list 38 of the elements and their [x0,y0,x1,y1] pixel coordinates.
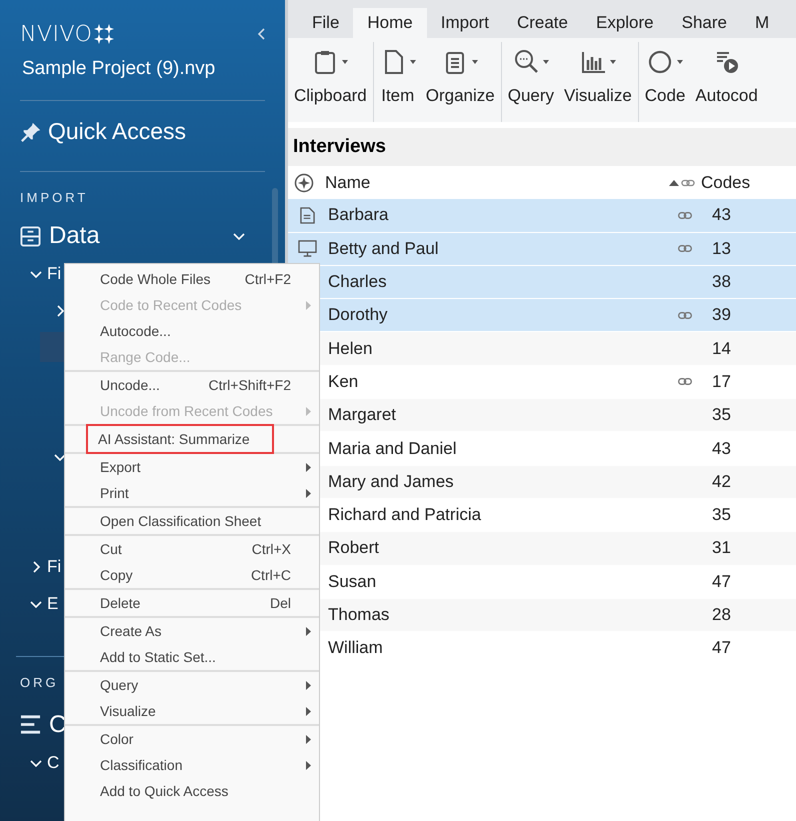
codes-cell-text: 13 [711,238,731,259]
project-name: Sample Project (9).nvp [22,58,216,81]
codes-cell-text: 39 [711,305,731,326]
codes-cell-text: 43 [711,438,731,459]
name-cell-text: Robert [327,538,380,558]
name-cell-text: Betty and Paul [327,238,440,259]
name-cell-text: Charles [327,272,388,292]
shortcut-label: Ctrl+X [252,541,291,557]
name-cell-text: Mary and James [327,472,455,492]
shortcut-label: Ctrl+C [250,567,291,583]
logo: NVIVO [20,22,92,46]
codes-cell-text: 35 [711,505,731,526]
name-cell-text: William [327,638,384,658]
shortcut-label: Ctrl+F2 [244,271,291,287]
name-cell-text: Susan [327,572,378,592]
codes-cell-text: 38 [711,272,731,292]
shortcut-label: Ctrl+Shift+F2 [208,377,291,393]
name-cell-text: Barbara [327,205,390,226]
list-title: Interviews [288,128,796,166]
codes-cell-text: 35 [711,405,731,426]
codes-cell-text: 42 [711,472,731,492]
codes-cell-text: 31 [711,538,731,558]
name-cell-text: Margaret [327,405,398,426]
codes-cell-text: 17 [711,372,731,392]
shortcut-label: Del [270,595,291,611]
codes-cell-text: 43 [711,205,731,226]
name-cell-text: Thomas [327,605,390,625]
name-cell-text: Helen [327,338,374,359]
name-cell-text: Richard and Patricia [327,505,482,526]
name-cell-text: Dorothy [327,305,389,326]
section-label: IMPORT [20,190,88,207]
name-cell-text: Ken [327,372,360,392]
name-cell-text: Maria and Daniel [327,438,458,459]
codes-cell-text: 47 [711,572,731,592]
codes-cell-text: 47 [711,638,731,658]
codes-cell-text: 28 [711,605,731,625]
section-label: ORG [20,674,59,692]
codes-cell-text: 14 [711,338,731,359]
